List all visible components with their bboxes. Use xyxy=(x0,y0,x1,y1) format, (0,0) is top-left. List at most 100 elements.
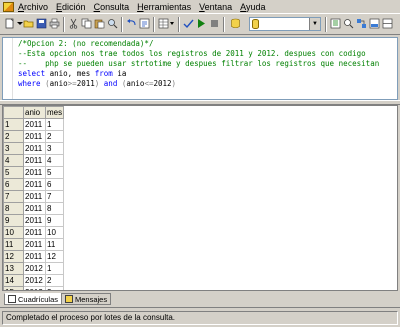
cell-mes[interactable]: 12 xyxy=(44,250,65,263)
cell-anio[interactable]: 2011 xyxy=(23,166,46,179)
chevron-down-icon[interactable]: ▼ xyxy=(309,18,320,30)
cell-mes[interactable]: 7 xyxy=(44,190,65,203)
database-select[interactable]: ▼ xyxy=(249,17,321,31)
cell-anio[interactable]: 2011 xyxy=(23,190,46,203)
cell-anio[interactable]: 2011 xyxy=(23,178,46,191)
menu-consulta[interactable]: Consulta xyxy=(94,2,130,12)
cell-anio[interactable]: 2011 xyxy=(23,202,46,215)
table-row[interactable]: 3 2011 3 xyxy=(3,142,65,155)
results-mode-icon[interactable] xyxy=(158,18,174,29)
stop-icon[interactable] xyxy=(209,18,220,29)
app-icon[interactable] xyxy=(3,1,14,12)
tab-messages[interactable]: Mensajes xyxy=(61,293,112,305)
table-row[interactable]: 8 2011 8 xyxy=(3,202,65,215)
cell-mes[interactable]: 5 xyxy=(44,166,65,179)
cell-mes[interactable]: 1 xyxy=(44,262,65,275)
cell-mes[interactable]: 11 xyxy=(44,238,65,251)
cell-mes[interactable]: 8 xyxy=(44,202,65,215)
cell-anio[interactable]: 2011 xyxy=(23,130,46,143)
toolbar-separator xyxy=(325,17,327,32)
table-row[interactable]: 9 2011 9 xyxy=(3,214,65,227)
new-query-icon[interactable] xyxy=(4,18,15,29)
copy-icon[interactable] xyxy=(81,18,92,29)
code-line: /*Opcion 2: (no recomendada)*/ xyxy=(18,39,154,48)
table-row[interactable]: 10 2011 10 xyxy=(3,226,65,239)
menu-herramientas[interactable]: Herramientas xyxy=(137,2,191,12)
row-number[interactable]: 4 xyxy=(3,154,24,167)
row-number[interactable]: 1 xyxy=(3,118,24,131)
cell-anio[interactable]: 2011 xyxy=(23,226,46,239)
row-number[interactable]: 9 xyxy=(3,214,24,227)
cell-mes[interactable]: 2 xyxy=(44,274,65,287)
status-text: Completado el proceso por lotes de la co… xyxy=(2,311,398,325)
paste-icon[interactable] xyxy=(94,18,105,29)
show-results-icon[interactable] xyxy=(369,18,380,29)
row-number[interactable]: 3 xyxy=(3,142,24,155)
undo-icon[interactable] xyxy=(126,18,137,29)
table-row[interactable]: 2 2011 2 xyxy=(3,130,65,143)
cell-anio[interactable]: 2011 xyxy=(23,238,46,251)
table-row[interactable]: 7 2011 7 xyxy=(3,190,65,203)
header-row: anio mes xyxy=(3,106,65,119)
column-header-mes[interactable]: mes xyxy=(44,106,65,119)
menu-edicion[interactable]: Edición xyxy=(56,2,86,12)
query-editor[interactable]: /*Opcion 2: (no recomendada)*/--Esta opc… xyxy=(2,37,398,100)
table-row[interactable]: 1520123 xyxy=(3,286,65,290)
row-number[interactable]: 12 xyxy=(3,250,24,263)
row-number[interactable]: 11 xyxy=(3,238,24,251)
open-icon[interactable] xyxy=(23,18,34,29)
cell-mes[interactable]: 3 xyxy=(44,142,65,155)
cell-anio[interactable]: 2011 xyxy=(23,118,46,131)
cell-anio[interactable]: 2011 xyxy=(23,142,46,155)
print-icon[interactable] xyxy=(49,18,60,29)
object-search-icon[interactable] xyxy=(343,18,354,29)
cell-mes[interactable]: 2 xyxy=(44,130,65,143)
object-browser-icon[interactable] xyxy=(330,18,341,29)
row-number[interactable]: 8 xyxy=(3,202,24,215)
row-number[interactable]: 5 xyxy=(3,166,24,179)
table-row[interactable]: 14 2012 2 xyxy=(3,274,65,287)
cell-mes[interactable]: 6 xyxy=(44,178,65,191)
cell-mes[interactable]: 4 xyxy=(44,154,65,167)
table-row[interactable]: 13 2012 1 xyxy=(3,262,65,275)
table-row[interactable]: 6 2011 6 xyxy=(3,178,65,191)
corner-cell[interactable] xyxy=(3,106,24,119)
table-row[interactable]: 4 2011 4 xyxy=(3,154,65,167)
menu-archivo[interactable]: Archivo xyxy=(18,2,48,12)
find-icon[interactable] xyxy=(107,18,118,29)
cell-anio[interactable]: 2011 xyxy=(23,250,46,263)
table-row[interactable]: 12 2011 12 xyxy=(3,250,65,263)
execute-icon[interactable] xyxy=(196,18,207,29)
show-execution-plan-icon[interactable] xyxy=(356,18,367,29)
cell-anio[interactable]: 2011 xyxy=(23,214,46,227)
cell-anio[interactable]: 2012 xyxy=(23,262,46,275)
menu-ayuda[interactable]: Ayuda xyxy=(240,2,265,12)
cell-anio[interactable]: 2011 xyxy=(23,154,46,167)
row-number[interactable]: 10 xyxy=(3,226,24,239)
row-number[interactable]: 6 xyxy=(3,178,24,191)
row-number[interactable]: 13 xyxy=(3,262,24,275)
cell-anio[interactable]: 2012 xyxy=(23,274,46,287)
results-grid[interactable]: anio mes 1 2011 1 2 2011 2 3 2011 3 4 2011 4 5 2011 5 6… xyxy=(2,105,398,291)
insert-template-icon[interactable] xyxy=(139,18,150,29)
cell-mes[interactable]: 10 xyxy=(44,226,65,239)
tab-grid[interactable]: Cuadrículas xyxy=(4,293,63,305)
parse-icon[interactable] xyxy=(183,18,194,29)
table-row[interactable]: 5 2011 5 xyxy=(3,166,65,179)
save-icon[interactable] xyxy=(36,18,47,29)
row-number[interactable]: 15 xyxy=(3,286,24,290)
cell-anio[interactable]: 2012 xyxy=(23,286,46,290)
table-row[interactable]: 1 2011 1 xyxy=(3,118,65,131)
cell-mes[interactable]: 1 xyxy=(44,118,65,131)
cell-mes[interactable]: 9 xyxy=(44,214,65,227)
cell-mes[interactable]: 3 xyxy=(44,286,65,290)
cut-icon[interactable] xyxy=(68,18,79,29)
column-header-anio[interactable]: anio xyxy=(23,106,46,119)
query-text[interactable]: /*Opcion 2: (no recomendada)*/--Esta opc… xyxy=(18,39,379,89)
row-number[interactable]: 7 xyxy=(3,190,24,203)
menu-ventana[interactable]: Ventana xyxy=(199,2,232,12)
row-number[interactable]: 2 xyxy=(3,130,24,143)
table-row[interactable]: 11 2011 11 xyxy=(3,238,65,251)
row-number[interactable]: 14 xyxy=(3,274,24,287)
show-pane-icon[interactable] xyxy=(382,18,393,29)
